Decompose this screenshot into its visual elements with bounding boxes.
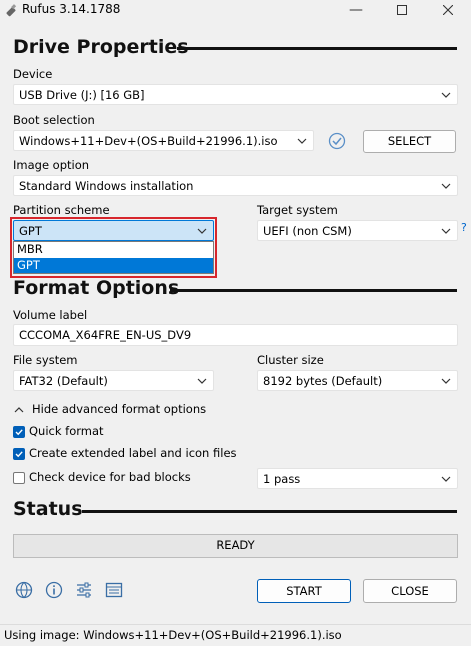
partition-options-list: MBR GPT xyxy=(13,241,214,274)
volume-label-value: CCCOMA_X64FRE_EN-US_DV9 xyxy=(19,328,192,342)
file-system-value: FAT32 (Default) xyxy=(19,374,108,388)
volume-label-input[interactable]: CCCOMA_X64FRE_EN-US_DV9 xyxy=(13,324,458,346)
chevron-down-icon xyxy=(197,228,207,234)
usb-drive-icon xyxy=(6,4,17,17)
help-icon[interactable]: ? xyxy=(461,221,467,234)
device-label: Device xyxy=(13,67,53,81)
file-system-label: File system xyxy=(13,353,78,367)
passes-dropdown[interactable]: 1 pass xyxy=(257,468,458,489)
partition-scheme-label: Partition scheme xyxy=(13,203,110,217)
quick-format-label: Quick format xyxy=(29,424,104,438)
close-button[interactable]: CLOSE xyxy=(363,579,457,603)
window-title: Rufus 3.14.1788 xyxy=(22,2,121,16)
partition-scheme-dropdown[interactable]: GPT xyxy=(13,220,214,241)
chevron-down-icon xyxy=(441,228,451,234)
close-icon xyxy=(442,4,454,16)
boot-selection-dropdown[interactable]: Windows+11+Dev+(OS+Build+21996.1).iso xyxy=(13,130,314,151)
minimize-icon: — xyxy=(349,2,363,18)
chevron-down-icon xyxy=(441,476,451,482)
format-options-heading: Format Options xyxy=(13,277,180,299)
progress-status-text: READY xyxy=(216,538,255,552)
chevron-down-icon xyxy=(441,92,451,98)
quick-format-checkbox[interactable]: Quick format xyxy=(13,424,133,440)
chevron-down-icon xyxy=(441,378,451,384)
device-dropdown[interactable]: USB Drive (J:) [16 GB] xyxy=(13,84,458,105)
chevron-down-icon xyxy=(197,378,207,384)
status-heading: Status xyxy=(13,498,83,520)
select-button[interactable]: SELECT xyxy=(363,130,456,153)
minimize-button[interactable]: — xyxy=(333,0,379,21)
maximize-icon xyxy=(397,5,407,15)
chevron-down-icon xyxy=(297,138,307,144)
maximize-button[interactable] xyxy=(379,0,425,21)
boot-selection-label: Boot selection xyxy=(13,113,95,127)
chevron-up-icon xyxy=(14,407,24,413)
log-icon[interactable] xyxy=(105,581,123,599)
section-divider xyxy=(82,510,457,513)
close-window-button[interactable] xyxy=(425,0,471,21)
status-bar: Using image: Windows+11+Dev+(OS+Build+21… xyxy=(0,624,471,646)
section-divider xyxy=(170,289,457,292)
drive-properties-heading: Drive Properties xyxy=(13,36,189,58)
check-hash-icon[interactable] xyxy=(328,132,346,150)
checkbox-checked-icon xyxy=(13,448,25,460)
passes-value: 1 pass xyxy=(263,472,301,486)
target-system-label: Target system xyxy=(257,203,338,217)
bad-blocks-label: Check device for bad blocks xyxy=(29,470,191,484)
target-system-value: UEFI (non CSM) xyxy=(263,224,352,238)
file-system-dropdown[interactable]: FAT32 (Default) xyxy=(13,370,214,391)
target-system-dropdown[interactable]: UEFI (non CSM) xyxy=(257,220,458,241)
bad-blocks-checkbox[interactable]: Check device for bad blocks xyxy=(13,470,193,486)
advanced-options-label: Hide advanced format options xyxy=(32,402,207,416)
boot-selection-value: Windows+11+Dev+(OS+Build+21996.1).iso xyxy=(19,134,278,148)
settings-sliders-icon[interactable] xyxy=(75,581,93,599)
option-gpt[interactable]: GPT xyxy=(14,258,213,273)
partition-scheme-value: GPT xyxy=(19,224,42,238)
volume-label-label: Volume label xyxy=(13,308,88,322)
device-value: USB Drive (J:) [16 GB] xyxy=(19,88,145,102)
extended-label-text: Create extended label and icon files xyxy=(29,446,237,460)
cluster-size-dropdown[interactable]: 8192 bytes (Default) xyxy=(257,370,458,391)
cluster-size-value: 8192 bytes (Default) xyxy=(263,374,383,388)
title-bar: Rufus 3.14.1788 — xyxy=(0,0,471,21)
image-option-label: Image option xyxy=(13,158,90,172)
checkbox-unchecked-icon xyxy=(13,472,25,484)
option-mbr[interactable]: MBR xyxy=(14,242,213,257)
advanced-options-toggle[interactable]: Hide advanced format options xyxy=(13,402,213,418)
checkbox-checked-icon xyxy=(13,426,25,438)
language-icon[interactable] xyxy=(15,581,33,599)
extended-label-checkbox[interactable]: Create extended label and icon files xyxy=(13,446,253,462)
section-divider xyxy=(177,47,457,50)
image-option-value: Standard Windows installation xyxy=(19,179,194,193)
progress-bar: READY xyxy=(13,534,458,558)
start-button[interactable]: START xyxy=(257,579,351,603)
info-icon[interactable] xyxy=(45,581,63,599)
status-bar-text: Using image: Windows+11+Dev+(OS+Build+21… xyxy=(4,628,342,642)
image-option-dropdown[interactable]: Standard Windows installation xyxy=(13,175,458,196)
cluster-size-label: Cluster size xyxy=(257,353,324,367)
chevron-down-icon xyxy=(441,183,451,189)
